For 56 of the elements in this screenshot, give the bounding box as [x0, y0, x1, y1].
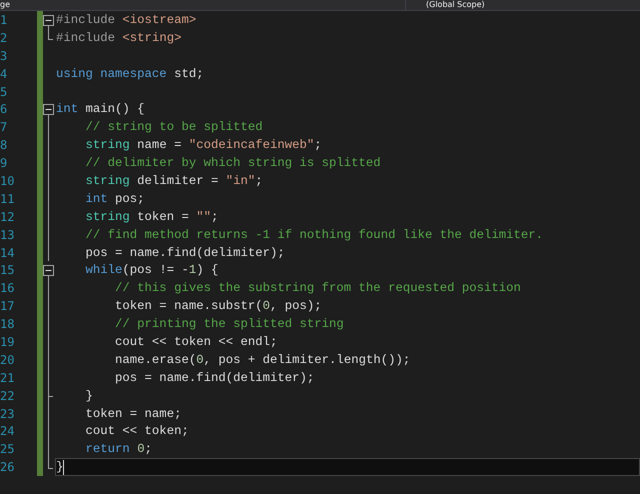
line-number: 19 — [0, 334, 16, 351]
line-number: 4 — [0, 66, 8, 83]
code-line: } — [56, 459, 64, 476]
line-number: 17 — [0, 298, 16, 316]
line-number: 1 — [0, 12, 8, 29]
line-number: 10 — [0, 173, 16, 190]
fold-toggle-icon[interactable] — [43, 15, 54, 26]
line-number: 5 — [0, 84, 8, 100]
code-line: token = name; — [84, 406, 182, 422]
code-line: // string to be splitted — [84, 119, 263, 136]
scope-dropdown-text[interactable]: (Global Scope) — [405, 0, 485, 10]
line-number: 25 — [0, 441, 16, 458]
fold-toggle-icon[interactable] — [43, 265, 54, 276]
line-number: 15 — [0, 262, 16, 280]
code-line: // this gives the substring from the requested position — [114, 280, 521, 296]
code-line: name.erase(0, pos + delimiter.length()); — [114, 352, 410, 368]
line-number: 18 — [0, 316, 16, 334]
code-line: #include <string> — [56, 30, 182, 46]
line-number: 20 — [0, 352, 16, 369]
code-line: cout << token; — [84, 423, 189, 440]
code-line: int main() { — [56, 101, 145, 118]
text-cursor — [63, 460, 64, 475]
code-line: // find method returns -1 if nothing found like the delimiter. — [84, 226, 544, 243]
code-line: int pos; — [84, 190, 145, 207]
code-line: } — [84, 388, 93, 404]
code-line: while(pos != -1) { — [84, 262, 218, 278]
line-number: 21 — [0, 370, 16, 387]
line-number: 26 — [0, 459, 16, 476]
code-line: string name = "codeincafeinweb"; — [84, 137, 322, 154]
line-number: 16 — [0, 280, 16, 298]
code-line: token = name.substr(0, pos); — [114, 298, 322, 314]
line-number: 24 — [0, 423, 16, 440]
line-number: 6 — [0, 101, 8, 118]
line-number: 12 — [0, 208, 16, 226]
code-line: #include <iostream> — [56, 12, 196, 28]
code-line: pos = name.find(delimiter); — [84, 244, 285, 261]
code-line: pos = name.find(delimiter); — [114, 370, 314, 386]
line-number: 23 — [0, 406, 16, 422]
line-number: 3 — [0, 48, 8, 65]
code-line: // delimiter by which string is splitted — [84, 155, 381, 172]
code-line: cout << token << endl; — [114, 334, 278, 350]
code-line: using namespace std; — [56, 66, 204, 82]
line-number: 13 — [0, 226, 16, 244]
code-line: // printing the splitted string — [114, 316, 344, 332]
code-line: return 0; — [84, 441, 152, 458]
code-line: string delimiter = "in"; — [84, 172, 263, 189]
fold-toggle-icon[interactable] — [43, 104, 54, 116]
line-number: 9 — [0, 155, 8, 172]
line-number: 2 — [0, 30, 8, 47]
line-number: 8 — [0, 137, 8, 154]
code-line: string token = ""; — [84, 208, 218, 225]
line-number: 22 — [0, 388, 16, 405]
line-number: 11 — [0, 190, 16, 208]
line-number: 14 — [0, 244, 16, 262]
file-dropdown-text[interactable]: ge — [0, 0, 385, 10]
line-number: 7 — [0, 119, 8, 136]
